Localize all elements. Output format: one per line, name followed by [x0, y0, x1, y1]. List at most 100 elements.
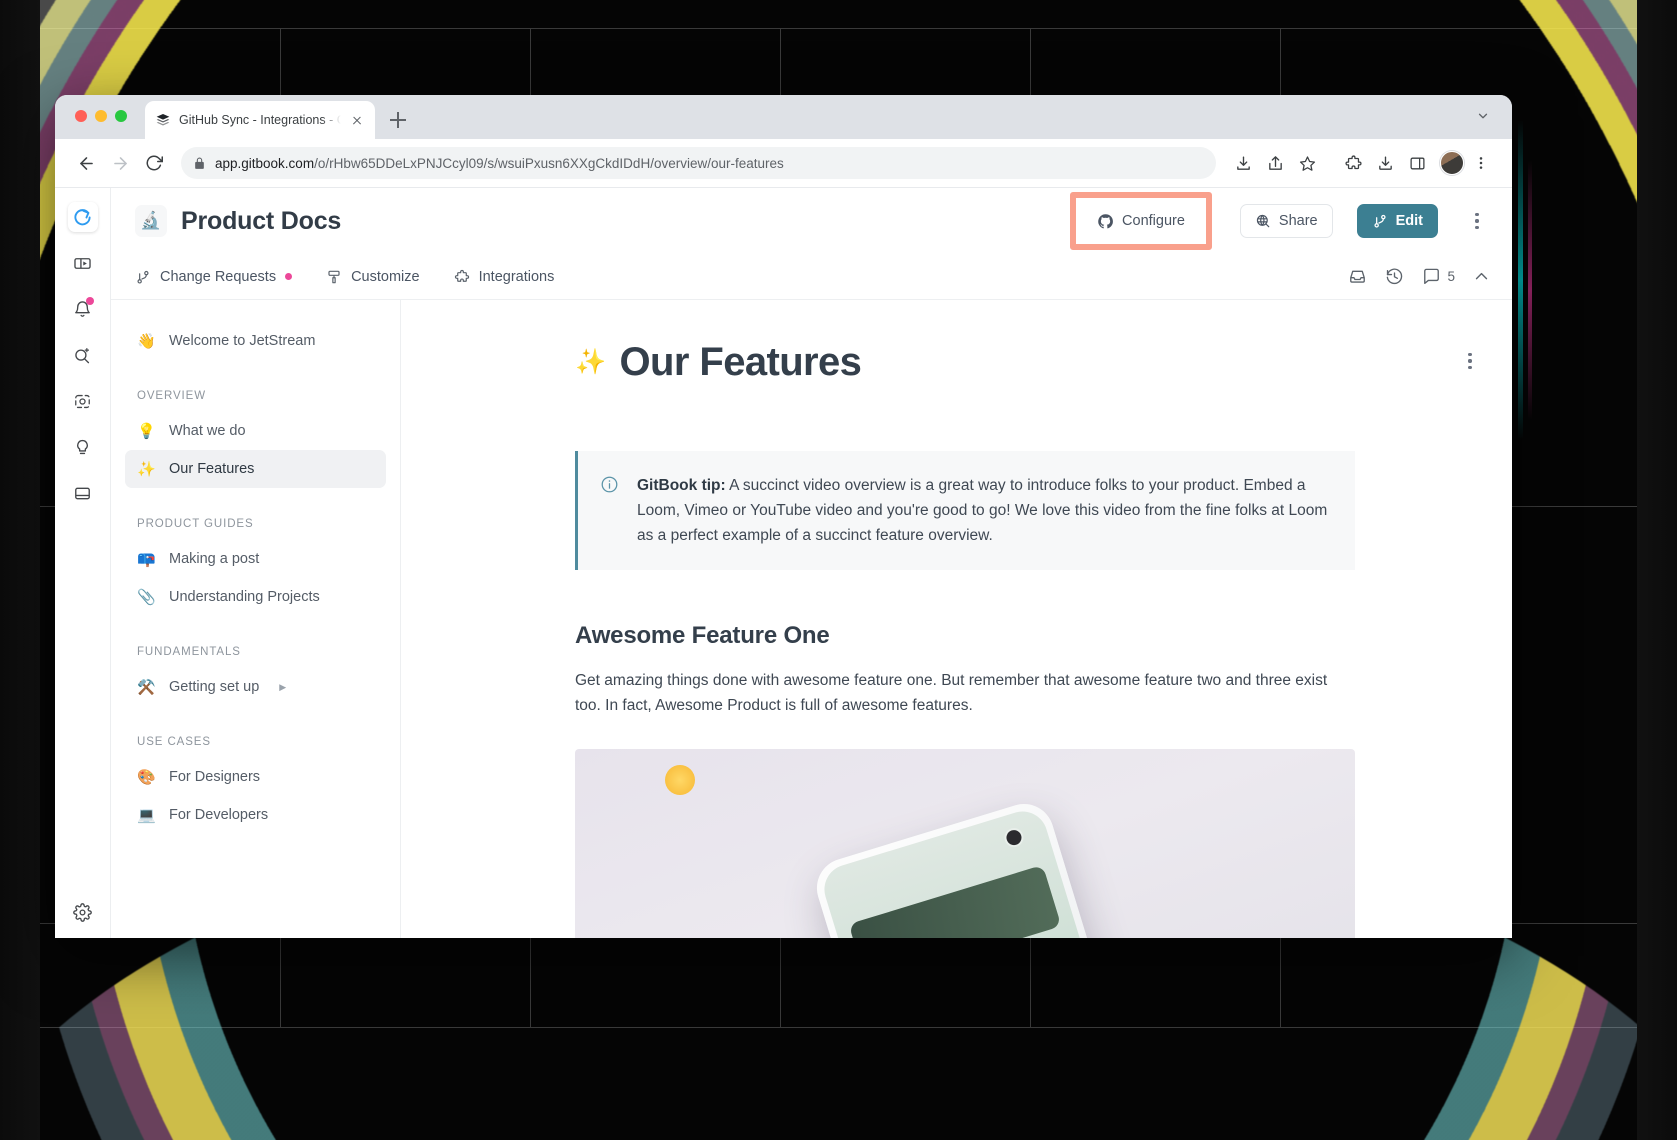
sidebar-section-fundamentals: FUNDAMENTALS [137, 646, 241, 658]
tab-label: Customize [351, 268, 420, 285]
sun-decoration [665, 764, 695, 795]
comments-count: 5 [1447, 269, 1455, 284]
tabbar-actions: 5 [1348, 267, 1490, 286]
chromatic-edge-magenta [1528, 160, 1532, 420]
branch-icon [1374, 214, 1386, 228]
sidebar-item-label: Getting set up [169, 679, 260, 695]
maximize-window-button[interactable] [115, 110, 127, 122]
expand-caret-icon[interactable]: ▶ [279, 682, 286, 693]
sidebar-item-making-a-post[interactable]: 📪 Making a post [125, 540, 386, 578]
search-sparkle-icon[interactable] [68, 340, 98, 370]
camera-hole [1004, 827, 1024, 847]
sidebar-item-getting-set-up[interactable]: ⚒️ Getting set up ▶ [125, 668, 386, 706]
gitbook-stack-icon [156, 114, 170, 126]
lightbulb-icon[interactable] [68, 432, 98, 462]
change-requests-badge [285, 273, 293, 280]
hammer-wrench-icon: ⚒️ [137, 679, 156, 696]
address-bar[interactable]: app.gitbook.com/o/rHbw65DDeLxPNJCcyl09/s… [181, 147, 1216, 179]
lock-icon [195, 157, 204, 169]
kebab-menu-icon[interactable] [1464, 208, 1490, 234]
info-icon [601, 476, 618, 493]
tab-integrations[interactable]: Integrations [454, 268, 555, 285]
history-icon[interactable] [1385, 267, 1404, 286]
sidebar-item-for-designers[interactable]: 🎨 For Designers [125, 758, 386, 796]
bell-icon[interactable] [68, 294, 98, 324]
sidebar-item-label: For Developers [169, 807, 269, 823]
plus-icon[interactable] [385, 107, 411, 133]
browser-menu-icon[interactable] [1466, 148, 1496, 178]
github-icon [1098, 213, 1113, 228]
profile-avatar[interactable] [1440, 151, 1464, 175]
extensions-puzzle-icon[interactable] [1338, 148, 1368, 178]
sidebar-item-what-we-do[interactable]: 💡 What we do [125, 412, 386, 450]
address-bar-text: app.gitbook.com/o/rHbw65DDeLxPNJCcyl09/s… [215, 156, 784, 171]
share-button[interactable]: Share [1239, 204, 1333, 238]
close-icon[interactable] [349, 112, 365, 128]
bookmark-star-icon[interactable] [1292, 148, 1322, 178]
home-widget [848, 864, 1062, 938]
configure-highlight: Configure [1070, 192, 1212, 250]
mailbox-icon: 📪 [137, 551, 156, 568]
install-icon[interactable] [1228, 148, 1258, 178]
browser-tab-strip: GitHub Sync - Integrations - G [55, 95, 1512, 139]
sidebar-item-label: Making a post [169, 551, 260, 567]
tab-customize[interactable]: Customize [326, 269, 420, 285]
configure-label: Configure [1122, 213, 1185, 229]
forward-arrow-icon[interactable] [105, 148, 135, 178]
section-heading: Awesome Feature One [575, 622, 830, 650]
sidebar-item-label: Understanding Projects [169, 589, 320, 605]
sparkles-icon: ✨ [575, 348, 606, 376]
edit-button[interactable]: Edit [1356, 204, 1438, 238]
chromatic-edge-cyan [1518, 120, 1523, 440]
sidebar-item-understanding-projects[interactable]: 📎 Understanding Projects [125, 578, 386, 616]
app-main: 🔬 Product Docs Configure Share Edit Chan… [111, 188, 1512, 938]
wave-icon: 👋 [137, 333, 156, 350]
content-area: 👋 Welcome to JetStream OVERVIEW 💡 What w… [111, 300, 1512, 938]
share-icon[interactable] [1260, 148, 1290, 178]
sidebar-section-product-guides: PRODUCT GUIDES [137, 518, 254, 530]
page-options-icon[interactable] [1457, 348, 1483, 374]
sidebar-item-welcome[interactable]: 👋 Welcome to JetStream [125, 322, 386, 360]
space-header: 🔬 Product Docs Configure Share Edit [111, 188, 1512, 254]
gitbook-app: 🔬 Product Docs Configure Share Edit Chan… [55, 187, 1512, 938]
document-heading-text: Our Features [619, 340, 862, 384]
tab-label: Integrations [478, 268, 555, 285]
browser-actions [1228, 148, 1496, 178]
configure-button[interactable]: Configure [1082, 204, 1200, 238]
browser-toolbar: app.gitbook.com/o/rHbw65DDeLxPNJCcyl09/s… [55, 139, 1512, 187]
paint-roller-icon [328, 270, 340, 283]
sidebar-item-label: Welcome to JetStream [169, 333, 316, 349]
gitbook-logo-icon[interactable] [67, 202, 98, 232]
doc-sidebar: 👋 Welcome to JetStream OVERVIEW 💡 What w… [111, 300, 401, 938]
side-panel-icon[interactable] [1402, 148, 1432, 178]
back-arrow-icon[interactable] [71, 148, 101, 178]
chevron-down-icon[interactable] [1476, 109, 1490, 123]
downloads-icon[interactable] [1370, 148, 1400, 178]
sidebar-item-label: Our Features [169, 461, 255, 477]
book-icon[interactable] [68, 478, 98, 508]
browser-window: GitHub Sync - Integrations - G app.gitbo… [55, 95, 1512, 938]
url-path: /o/rHbw65DDeLxPNJCcyl09/s/wsuiPxusn6XXgC… [314, 155, 784, 171]
sidebar-item-our-features[interactable]: ✨ Our Features [125, 450, 386, 488]
chevron-up-icon[interactable] [1473, 268, 1490, 285]
gear-icon[interactable] [68, 902, 98, 938]
inbox-icon[interactable] [1348, 267, 1367, 286]
sidebar-item-for-developers[interactable]: 💻 For Developers [125, 796, 386, 834]
browser-tab[interactable]: GitHub Sync - Integrations - G [145, 101, 375, 139]
sidebar-toggle-icon[interactable] [68, 248, 98, 278]
share-globe-icon [1256, 214, 1270, 228]
sidebar-section-overview: OVERVIEW [137, 390, 206, 402]
laptop-icon: 💻 [137, 807, 156, 824]
close-window-button[interactable] [75, 110, 87, 122]
minimize-window-button[interactable] [95, 110, 107, 122]
tip-callout: GitBook tip: A succinct video overview i… [575, 451, 1355, 571]
scan-icon[interactable] [68, 386, 98, 416]
url-domain: app.gitbook.com [215, 155, 315, 171]
tab-change-requests[interactable]: Change Requests [135, 269, 293, 285]
notification-badge [85, 297, 94, 305]
app-icon-rail [55, 188, 111, 938]
reload-icon[interactable] [139, 148, 169, 178]
comments-button[interactable]: 5 [1422, 267, 1455, 286]
puzzle-icon [454, 269, 469, 282]
page-title: Product Docs [181, 206, 342, 235]
